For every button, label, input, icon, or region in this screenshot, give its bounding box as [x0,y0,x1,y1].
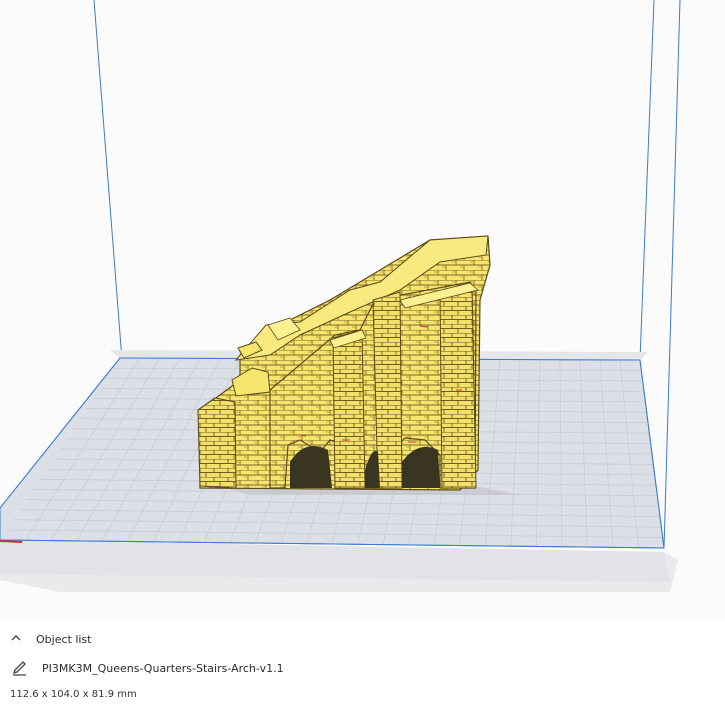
3d-viewport[interactable] [0,0,725,620]
object-name-row[interactable]: PI3MK3M_Queens-Quarters-Stairs-Arch-v1.1 [12,658,284,678]
object-list-panel: Object list PI3MK3M_Queens-Quarters-Stai… [0,620,725,708]
x-axis-marker [0,540,23,543]
chevron-up-icon [10,632,26,647]
object-list-label: Object list [36,632,92,646]
object-name: PI3MK3M_Queens-Quarters-Stairs-Arch-v1.1 [42,661,284,675]
viewport-scene [0,0,681,592]
pencil-icon[interactable] [12,660,28,676]
object-list-toggle[interactable]: Object list [10,630,91,648]
stairs-arch-model[interactable] [197,235,491,491]
object-dimensions: 112.6 x 104.0 x 81.9 mm [10,688,137,700]
